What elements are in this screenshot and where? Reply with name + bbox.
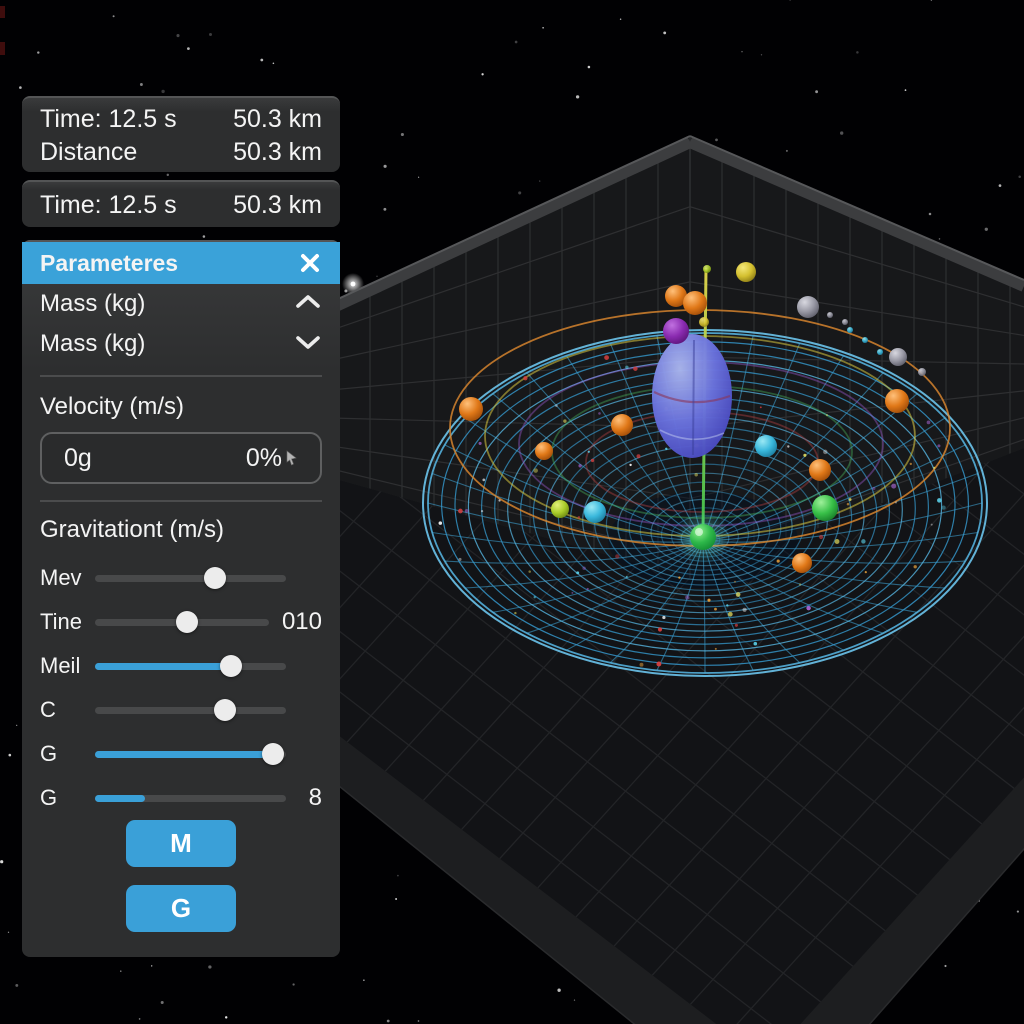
planet-orange <box>459 397 483 421</box>
slider-row: G 8 <box>22 776 340 820</box>
slider-row: C <box>22 688 340 732</box>
planet-orange <box>611 414 633 436</box>
well-core <box>676 510 730 564</box>
slider-thumb[interactable] <box>220 655 242 677</box>
planet-orange <box>792 553 812 573</box>
planet-orange <box>683 291 707 315</box>
debris-dot <box>699 317 709 327</box>
edge-artifact <box>0 42 5 55</box>
slider-label: G <box>40 741 92 767</box>
parameters-header: Parameteres <box>22 242 340 284</box>
slider-label: Tine <box>40 609 92 635</box>
g-button[interactable]: G <box>126 885 236 932</box>
debris-dot <box>877 349 883 355</box>
slider-label: C <box>40 697 92 723</box>
mass-label: Mass (kg) <box>40 330 145 358</box>
stat-value: 50.3 km <box>233 104 322 134</box>
mass-row[interactable]: Mass (kg) <box>22 324 340 364</box>
edge-artifact <box>0 6 5 18</box>
slider-label: G <box>40 785 92 811</box>
stat-value: 50.3 km <box>233 137 322 167</box>
slider-track[interactable] <box>95 751 286 758</box>
slider-value: 010 <box>282 608 322 636</box>
slider-thumb[interactable] <box>204 567 226 589</box>
stat-label: Time: 12.5 s <box>40 104 177 134</box>
slider-row: Mev <box>22 556 340 600</box>
chevron-down-icon[interactable] <box>294 330 322 358</box>
velocity-label: Velocity (m/s) <box>40 391 322 423</box>
debris-dot <box>827 312 833 318</box>
stat-value: 50.3 km <box>233 190 322 220</box>
planet-orange <box>809 459 831 481</box>
slider-track[interactable] <box>95 707 286 714</box>
debris-dot <box>842 319 848 325</box>
slider-thumb[interactable] <box>176 611 198 633</box>
planet-orange <box>535 442 553 460</box>
close-icon[interactable] <box>298 251 322 275</box>
velocity-input[interactable]: 0g 0% <box>40 432 322 484</box>
planet-green <box>812 495 838 521</box>
cursor-icon <box>285 444 298 473</box>
slider-fill <box>95 751 273 758</box>
slider-label: Meil <box>40 653 92 679</box>
central-mass-sphere <box>652 334 732 458</box>
planet-gray <box>889 348 907 366</box>
m-button[interactable]: M <box>126 820 236 867</box>
planet-cyan <box>584 501 606 523</box>
planet-gray <box>797 296 819 318</box>
planet-cyan <box>755 435 777 457</box>
planet-purple <box>663 318 689 344</box>
mass-row[interactable]: Mass (kg) <box>22 284 340 324</box>
slider-value: 8 <box>309 784 322 812</box>
stat-row: Time: 12.5 s 50.3 km <box>22 190 340 220</box>
slider-track[interactable] <box>95 575 286 582</box>
planet-yellow <box>736 262 756 282</box>
parameters-panel: Parameteres Mass (kg) Mass (kg) Velocity… <box>22 240 340 957</box>
slider-row: G <box>22 732 340 776</box>
planet-yellowgreen <box>551 500 569 518</box>
chevron-up-icon[interactable] <box>294 290 322 318</box>
stat-label: Distance <box>40 137 137 167</box>
slider-row: Tine 010 <box>22 600 340 644</box>
debris-dot <box>862 337 868 343</box>
stats-panel: Time: 12.5 s 50.3 km Distance 50.3 km <box>22 96 340 172</box>
stat-label: Time: 12.5 s <box>40 190 177 220</box>
planet-orange <box>885 389 909 413</box>
velocity-percent: 0% <box>246 444 282 473</box>
slider-fill <box>95 795 145 802</box>
debris-dot <box>918 368 926 376</box>
gravitation-label: Gravitationt (m/s) <box>40 514 322 546</box>
slider-track[interactable] <box>95 795 286 802</box>
slider-label: Mev <box>40 565 92 591</box>
panel-title: Parameteres <box>40 250 178 277</box>
slider-row: Meil <box>22 644 340 688</box>
debris-dot <box>847 327 853 333</box>
stats-panel-secondary: Time: 12.5 s 50.3 km <box>22 180 340 227</box>
slider-fill <box>95 663 231 670</box>
slider-track[interactable] <box>95 619 269 626</box>
stat-row: Distance 50.3 km <box>22 137 340 167</box>
slider-track[interactable] <box>95 663 286 670</box>
divider <box>40 500 322 502</box>
divider <box>40 375 322 377</box>
slider-thumb[interactable] <box>262 743 284 765</box>
debris-dot <box>703 265 711 273</box>
slider-group: Mev Tine 010 Meil C G <box>22 556 340 820</box>
stat-row: Time: 12.5 s 50.3 km <box>22 104 340 134</box>
slider-thumb[interactable] <box>214 699 236 721</box>
velocity-value: 0g <box>64 444 92 473</box>
mass-label: Mass (kg) <box>40 290 145 318</box>
